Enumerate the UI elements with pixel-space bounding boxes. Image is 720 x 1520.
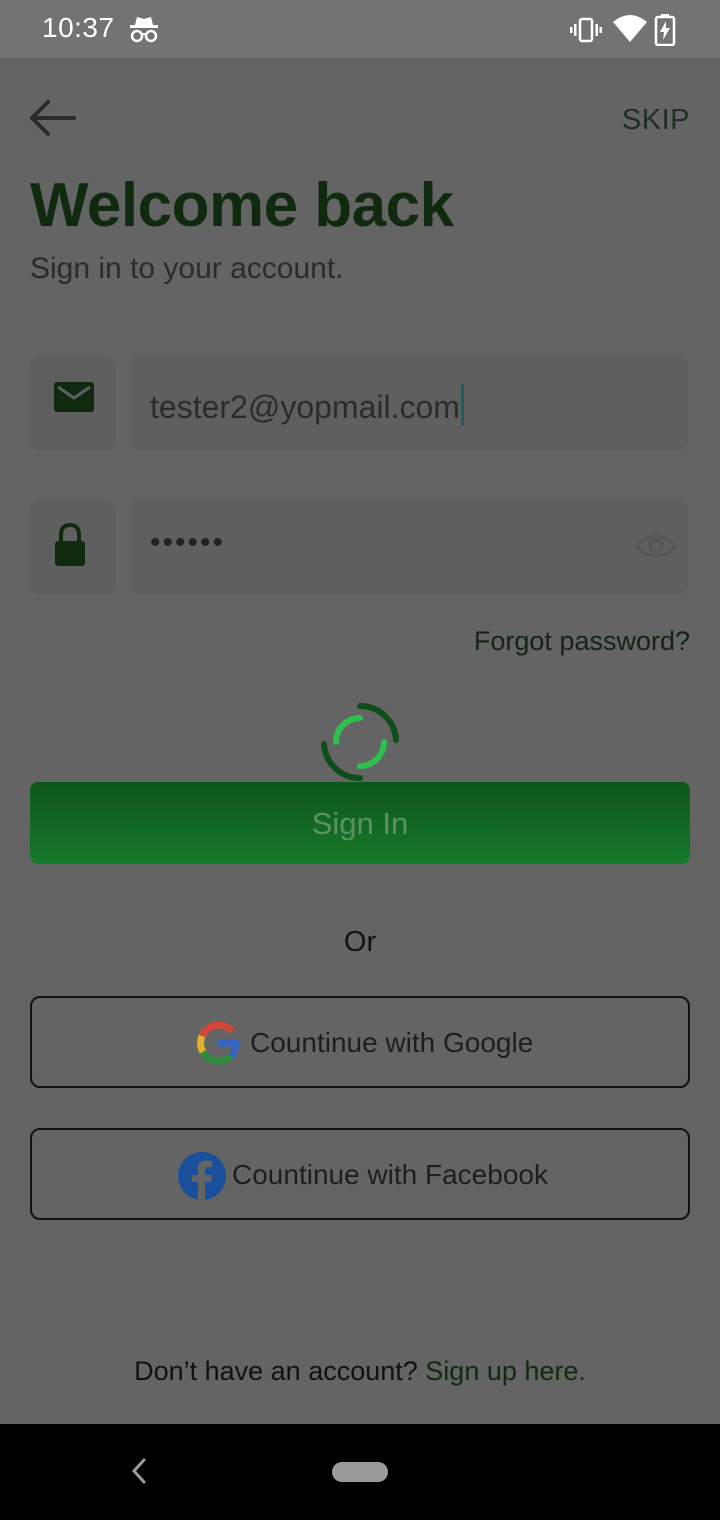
lock-icon [55,522,85,566]
password-icon-box [30,500,116,594]
skip-button[interactable]: SKIP [622,104,690,137]
status-bar: 10:37 [0,0,720,58]
nav-back-icon[interactable] [128,1456,150,1486]
system-nav-bar [0,1424,720,1520]
facebook-button-label: Countinue with Facebook [232,1159,548,1190]
google-button-label: Countinue with Google [250,1027,534,1058]
vibrate-icon [570,17,602,43]
nav-home-pill[interactable] [332,1462,388,1482]
text-cursor [460,384,464,426]
wifi-icon [613,15,647,42]
mail-icon [54,382,94,412]
continue-with-google-button[interactable]: Countinue with Google [30,996,690,1088]
arrow-left-icon[interactable] [26,96,78,140]
incognito-icon [130,17,158,43]
email-value[interactable]: tester2@yopmail.com [150,384,464,426]
status-time: 10:37 [42,12,115,43]
facebook-icon [178,1152,226,1200]
forgot-password-link[interactable]: Forgot password? [474,626,690,657]
loading-spinner [321,702,399,782]
battery-charging-icon [654,14,676,46]
page-title: Welcome back [30,171,454,240]
sign-in-label: Sign In [311,806,409,841]
google-icon [197,1021,240,1065]
page-subtitle: Sign in to your account. [30,252,344,285]
eye-icon[interactable] [634,530,678,562]
signup-prompt: Don’t have an account? Sign up here. [0,1356,720,1387]
signup-prompt-text: Don’t have an account? [134,1356,418,1386]
password-field[interactable]: •••••• [130,500,688,594]
email-icon-box [30,356,116,450]
email-field[interactable]: tester2@yopmail.com [130,356,688,450]
sign-in-button[interactable]: Sign In [30,782,690,864]
signup-link[interactable]: Sign up here. [425,1356,586,1386]
password-value[interactable]: •••••• [150,526,225,560]
continue-with-facebook-button[interactable]: Countinue with Facebook [30,1128,690,1220]
or-separator: Or [343,926,377,958]
